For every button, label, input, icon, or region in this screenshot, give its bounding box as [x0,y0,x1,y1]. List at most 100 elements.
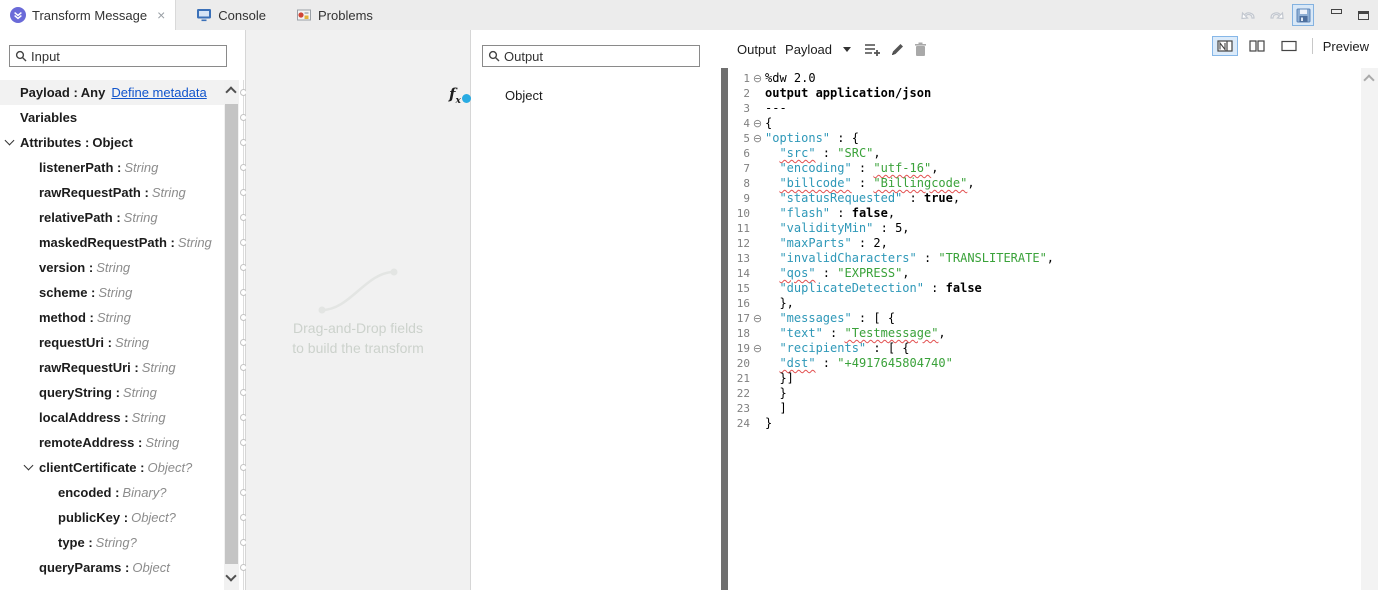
tree-item-requestUri[interactable]: requestUri :String [0,330,224,355]
line-number: 11 [728,221,750,236]
tree-item-localAddress[interactable]: localAddress :String [0,405,224,430]
code-line: 7 "encoding" : "utf-16", [728,161,1361,176]
tree-item-type: String [123,385,157,400]
add-transform-icon[interactable] [864,42,881,56]
tree-item-Attributes[interactable]: Attributes :Object [0,130,224,155]
tree-item-rawRequestUri[interactable]: rawRequestUri :String [0,355,224,380]
output-root-label: Object [505,88,543,103]
editor-splitter[interactable] [721,68,728,590]
tree-item-version[interactable]: version :String [0,255,224,280]
fold-icon[interactable]: ⊖ [750,116,765,131]
fold-gutter [750,251,765,266]
code-line: 3--- [728,101,1361,116]
scroll-down-icon[interactable] [225,570,236,581]
dataweave-code-editor[interactable]: 1⊖%dw 2.02output application/json3---4⊖{… [728,68,1361,590]
tree-item-label: scheme : [39,285,95,300]
fold-gutter [750,191,765,206]
tree-item-label: listenerPath : [39,160,121,175]
tree-item-type: String [124,210,158,225]
line-number: 22 [728,386,750,401]
output-anchor-dot[interactable] [462,94,471,103]
tree-item-label: requestUri : [39,335,112,350]
tree-item-type: String [142,360,176,375]
tree-item-queryString[interactable]: queryString :String [0,380,224,405]
chevron-down-icon[interactable] [24,461,34,471]
tree-item-label: relativePath : [39,210,121,225]
tree-item-label: method : [39,310,94,325]
tree-item-label: publicKey : [58,510,128,525]
tree-item-type: Any [81,85,106,100]
tree-item-type: String? [96,535,137,550]
preview-toggle[interactable]: Preview [1323,39,1369,54]
line-number: 17 [728,311,750,326]
tree-item-label: queryString : [39,385,120,400]
tree-item-scheme[interactable]: scheme :String [0,280,224,305]
fold-gutter [750,146,765,161]
undo-icon[interactable] [1238,4,1260,26]
console-icon [196,8,212,22]
close-icon[interactable]: × [157,7,165,23]
output-search-input[interactable] [504,49,694,64]
tab-transform-message[interactable]: Transform Message × [0,0,176,30]
input-tree-scrollbar[interactable] [224,80,239,590]
tree-item-maskedRequestPath[interactable]: maskedRequestPath :String [0,230,224,255]
tab-console[interactable]: Console [184,0,278,30]
problems-icon [296,8,312,22]
line-number: 8 [728,176,750,191]
dropdown-caret-icon[interactable] [843,47,851,52]
tree-item-relativePath[interactable]: relativePath :String [0,205,224,230]
edit-icon[interactable] [890,42,905,57]
line-number: 15 [728,281,750,296]
layout-single-icon[interactable] [1276,36,1302,56]
scrollbar-thumb[interactable] [225,104,238,564]
fold-icon[interactable]: ⊖ [750,131,765,146]
fold-gutter [750,386,765,401]
tree-item-remoteAddress[interactable]: remoteAddress :String [0,430,224,455]
redo-icon[interactable] [1265,4,1287,26]
scroll-up-icon[interactable] [225,86,236,97]
tree-item-Variables[interactable]: Variables [0,105,224,130]
tree-item-encoded[interactable]: encoded :Binary? [0,480,224,505]
tree-item-listenerPath[interactable]: listenerPath :String [0,155,224,180]
payload-dropdown[interactable]: Payload [785,42,832,57]
tree-item-type[interactable]: type :String? [0,530,224,555]
line-number: 16 [728,296,750,311]
tree-item-label: type : [58,535,93,550]
layout-split-icon[interactable] [1212,36,1238,56]
editor-tab-bar: Transform Message × Console Problems [0,0,1378,30]
code-line: 15 "duplicateDetection" : false [728,281,1361,296]
transform-message-icon [10,7,26,23]
code-line: 4⊖{ [728,116,1361,131]
fold-icon[interactable]: ⊖ [750,71,765,86]
search-icon [15,50,27,62]
editor-scrollbar[interactable] [1361,68,1378,590]
tree-item-label: Payload : [20,85,78,100]
code-line: 21 }] [728,371,1361,386]
tree-item-label: version : [39,260,93,275]
fold-gutter [750,221,765,236]
tree-item-method[interactable]: method :String [0,305,224,330]
tree-item-queryParams[interactable]: queryParams :Object [0,555,224,580]
code-line: 12 "maxParts" : 2, [728,236,1361,251]
layout-columns-icon[interactable] [1244,36,1270,56]
fold-icon[interactable]: ⊖ [750,341,765,356]
tree-item-publicKey[interactable]: publicKey :Object? [0,505,224,530]
output-root-row[interactable]: fx Object [471,83,721,108]
line-number: 10 [728,206,750,221]
maximize-icon[interactable] [1352,4,1374,26]
input-search-input[interactable] [31,49,221,64]
delete-icon[interactable] [914,42,927,57]
chevron-down-icon[interactable] [5,136,15,146]
tree-item-Payload[interactable]: Payload :Any Define metadata [0,80,224,105]
save-icon[interactable] [1292,4,1314,26]
tree-item-rawRequestPath[interactable]: rawRequestPath :String [0,180,224,205]
line-number: 7 [728,161,750,176]
tab-problems[interactable]: Problems [284,0,385,30]
tree-item-type: String [178,235,212,250]
code-line: 14 "qos" : "EXPRESS", [728,266,1361,281]
define-metadata-link[interactable]: Define metadata [111,85,206,100]
fold-icon[interactable]: ⊖ [750,311,765,326]
tree-item-clientCertificate[interactable]: clientCertificate :Object? [0,455,224,480]
minimize-icon[interactable] [1325,4,1347,26]
scroll-up-icon[interactable] [1363,74,1374,85]
